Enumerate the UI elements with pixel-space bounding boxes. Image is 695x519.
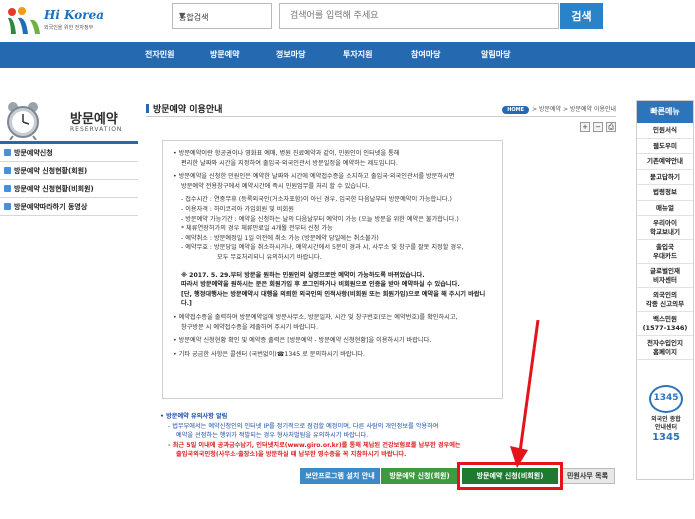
apply-member-button[interactable]: 방문예약 신청(회원) [381,468,458,484]
gnb-item-visit-reservation[interactable]: 방문예약 [210,49,239,60]
call-center-badge[interactable]: 1345 외국인 종합 안내센터 1345 [643,385,689,479]
bullet-icon [4,149,11,156]
quick-menu-title: 빠른메뉴 [637,101,693,123]
intro-line: 편리한 날짜와 시간을 지정하여 출입국·외국인관서 방문일정을 예약하는 제도… [181,159,398,167]
bullet-icon [4,167,11,174]
global-nav: 전자민원 방문예약 정보마당 투자지원 참여마당 알림마당 [0,42,695,68]
page-tools: + − ⎙ [580,122,616,132]
bullet-icon [4,203,11,210]
quick-item-law[interactable]: 법령정보 [637,185,693,201]
search-button[interactable]: 검색 [560,3,603,29]
left-nav-item-label: 방문예약따라하기 동영상 [14,202,88,211]
breadcrumb: HOME > 방문예약 > 방문예약 이용안내 [502,104,616,114]
header: Hi Korea 외국인을 위한 전자정부 통합검색 ▼ 검색 [0,0,695,42]
call-center-icon: 1345 [649,385,683,413]
logo-subtitle: 외국인을 위한 전자정부 [44,25,94,31]
intro-line: • 방문예약이란 항공권이나 영화표 예매, 병원 진료예약과 같이, 민원인이… [173,150,400,157]
quick-item-manual[interactable]: 매뉴얼 [637,201,693,216]
detail-line: - 방문예약 가능기간 : 예약을 신청하는 날의 다음날부터 예약이 가능 (… [181,215,459,223]
call-center-number: 1345 [652,432,680,443]
left-nav-item-status-nonmember[interactable]: 방문예약 신청현황(비회원) [0,180,138,198]
quick-item-report-duty[interactable]: 외국인의 각종 신고의무 [637,288,693,312]
quick-item-global-visa[interactable]: 글로벌인재 비자센터 [637,264,693,288]
detail-line: - 이용자격 : 하이코리아 가입회원 및 비회원 [181,205,294,213]
breadcrumb-path: > 방문예약 > 방문예약 이용안내 [532,106,616,113]
print-icon[interactable]: ⎙ [606,122,616,132]
gnb-item-notice[interactable]: 알림마당 [481,49,510,60]
civil-list-button[interactable]: 민원사무 목록 [560,468,615,484]
chevron-down-icon: ▼ [179,11,186,20]
left-nav-item-video[interactable]: 방문예약따라하기 동영상 [0,198,138,216]
usage-guide-box: • 방문예약이란 항공권이나 영화표 예매, 병원 진료예약과 같이, 민원인이… [162,140,503,399]
intro2-line: • 방문예약을 신청한 민원인은 예약한 날짜와 시간에 예약접수증을 소지하고… [173,173,455,181]
quick-item-forms[interactable]: 민원서식 [637,123,693,139]
zoom-in-button[interactable]: + [580,122,590,132]
left-nav-item-label: 방문예약 신청현황(비회원) [14,184,94,193]
gnb-item-e-civil[interactable]: 전자민원 [145,49,174,60]
intro2-line: 방문예약 전용창구에서 예약시간에 즉시 민원업무를 처리 할 수 있습니다. [181,182,370,190]
confirm-note: • 방문예약 신청현황 확인 및 예약증 출력은 [방문예약 - 방문예약 신청… [173,337,432,345]
alarm-clock-icon [7,102,39,140]
detail-line: 모두 무효처리되니 유의하시기 바랍니다. [217,253,322,261]
left-nav-header: 방문예약 RESERVATION [0,96,138,144]
breadcrumb-home[interactable]: HOME [502,106,530,114]
left-nav: 방문예약 RESERVATION 방문예약신청 방문예약 신청현황(회원) 방문… [0,96,138,216]
quick-item-reservation-guide[interactable]: 기존예약안내 [637,154,693,170]
left-nav-item-label: 방문예약 신청현황(회원) [14,166,88,175]
gnb-item-investment[interactable]: 투자지원 [343,49,372,60]
bold-notice-line: ※ 2017. 5. 29.부터 방문을 원하는 민원인의 실명으로만 예약이 … [181,271,425,279]
security-program-button[interactable]: 보안프로그램 설치 안내 [300,468,380,484]
search-input[interactable] [279,3,559,29]
gnb-item-info[interactable]: 정보마당 [276,49,305,60]
search-category-select[interactable]: 통합검색 ▼ [172,3,272,29]
left-nav-item-label: 방문예약신청 [14,148,53,157]
quick-item-school[interactable]: 우리아이 학교보내기 [637,216,693,240]
print-note-line: • 예약접수증을 출력하여 방문예약일에 방문사무소, 방문일자, 시간 및 창… [173,313,458,321]
logo-text: Hi Korea [44,8,104,22]
quick-item-qna[interactable]: 묻고답하기 [637,170,693,185]
quick-item-priority-card[interactable]: 출입국 우대카드 [637,240,693,264]
detail-line: - 예약무효 : 방문당일 예약을 취소하시거나, 예약시간에서 5분이 경과 … [181,244,464,252]
left-nav-item-apply[interactable]: 방문예약신청 [0,144,138,162]
bold-notice-line: [단, 행정대행사는 방문예약시 대행을 의뢰한 외국인의 인적사항(비회원 또… [181,290,486,308]
left-nav-subtitle: RESERVATION [70,126,123,133]
bold-notice-line: 따라서 방문예약을 원하시는 분은 회원가입 후 로그인하거나 비회원으로 인증… [181,281,460,289]
detail-line: - 예약취소 : 방문예정일 1일 이전에 취소 가능 (방문예약 당일에는 취… [181,234,379,242]
quick-menu: 빠른메뉴 민원서식 웹도우미 기존예약안내 묻고답하기 법령정보 매뉴얼 우리아… [636,100,694,480]
logo-mark-icon [8,7,40,34]
call-center-label: 외국인 종합 안내센터 [651,416,681,431]
contact-note: • 기타 궁금한 사항은 콜센터 (국번없이)☎1345 로 문의하시기 바랍니… [173,350,365,358]
left-nav-menu: 방문예약신청 방문예약 신청현황(회원) 방문예약 신청현황(비회원) 방문예약… [0,144,138,216]
zoom-out-button[interactable]: − [593,122,603,132]
left-nav-title: 방문예약 [70,112,118,127]
quick-item-revenue-stamp[interactable]: 전자수입인지 홈페이지 [637,336,693,360]
title-divider [146,116,616,117]
detail-line: - 접수시간 : 연중무휴 (등록외국인(거소자포함)이 아닌 경우, 입국한 … [181,196,452,204]
print-note-line: 창구방문 시 예약접수증을 제출하여 주시기 바랍니다. [181,323,319,331]
left-nav-item-status-member[interactable]: 방문예약 신청현황(회원) [0,162,138,180]
bullet-icon [4,185,11,192]
quick-item-web-helper[interactable]: 웹도우미 [637,139,693,154]
gnb-item-participation[interactable]: 참여마당 [411,49,440,60]
red-arrow-icon [510,320,540,468]
hikorea-logo[interactable]: Hi Korea 외국인을 위한 전자정부 [4,6,124,36]
page-title: 방문예약 이용안내 [146,102,222,115]
detail-line: * 체류연장허가의 경우 체류만료일 4개월 전부터 신청 가능 [181,225,333,233]
quick-item-complaint[interactable]: 백스민원 (1577-1346) [637,312,693,336]
